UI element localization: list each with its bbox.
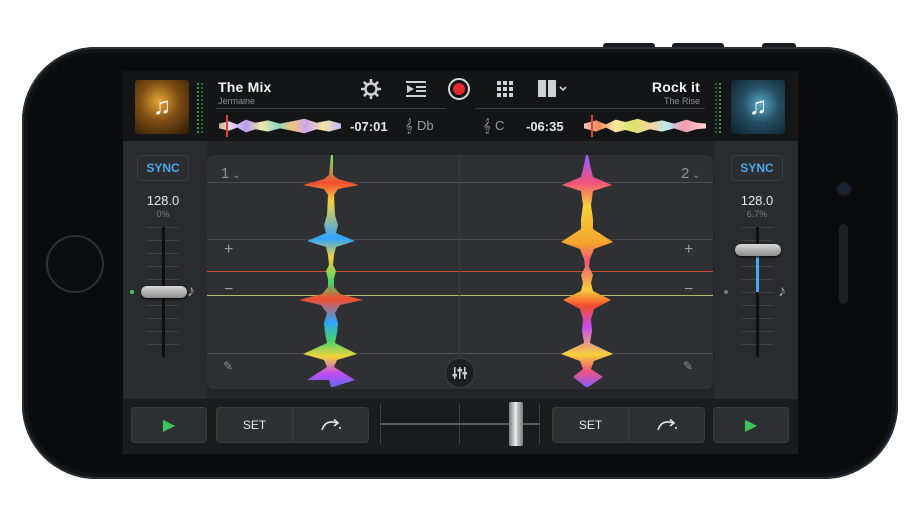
level-meter-right xyxy=(715,81,722,133)
level-meter-left xyxy=(197,81,204,133)
track-title-right: Rock it xyxy=(651,79,700,95)
app-screen: ♫ The Mix Jermaine -07:01 𝄞 Db Rock it T… xyxy=(123,71,798,454)
record-button[interactable] xyxy=(448,78,470,100)
divider-line xyxy=(475,108,705,109)
overview-waveform-left[interactable] xyxy=(219,118,341,134)
layout-icon[interactable] xyxy=(537,79,569,99)
deck-number-left[interactable]: 1 ⌄ xyxy=(221,165,241,182)
pitch-center-dot-right xyxy=(724,290,728,294)
track-artist-left: Jermaine xyxy=(218,96,256,106)
chevron-down-icon: ⌄ xyxy=(689,170,701,181)
jump-button-left[interactable] xyxy=(292,407,369,443)
chevron-down-icon: ⌄ xyxy=(229,170,241,181)
scrolling-waveforms xyxy=(299,155,613,387)
time-remaining-left: -07:01 xyxy=(350,119,388,134)
pencil-icon[interactable]: ✎ xyxy=(223,359,233,373)
mixer-button[interactable] xyxy=(445,358,475,388)
music-note-icon[interactable]: ♪ xyxy=(778,283,786,301)
zoom-out-right[interactable]: − xyxy=(684,281,693,299)
pitch-center-dot-left xyxy=(130,290,134,294)
crossfader[interactable] xyxy=(380,399,540,454)
album-art-right[interactable]: ♫ xyxy=(731,80,785,134)
zoom-in-left[interactable]: + xyxy=(224,241,233,259)
waveform-view[interactable]: 1 ⌄ 2 ⌄ + − + − ✎ ✎ xyxy=(207,155,713,389)
pitch-slider-handle-right[interactable] xyxy=(735,244,781,257)
top-bar: ♫ The Mix Jermaine -07:01 𝄞 Db Rock it T… xyxy=(123,71,798,141)
pitch-percent-right: 6.7% xyxy=(746,209,768,219)
grid-icon[interactable] xyxy=(495,80,515,98)
pitch-percent-left: 0% xyxy=(156,209,170,219)
gear-icon[interactable] xyxy=(360,78,382,100)
key-right[interactable]: C xyxy=(495,118,504,133)
set-cue-button-left[interactable]: SET xyxy=(216,407,293,443)
queue-icon[interactable] xyxy=(405,79,427,99)
overview-playhead-right xyxy=(591,115,593,137)
music-note-icon: ♫ xyxy=(749,93,767,120)
track-title-left: The Mix xyxy=(218,79,272,95)
bpm-left: 128.0 xyxy=(146,193,180,208)
overview-waveform-right[interactable] xyxy=(584,118,706,134)
zoom-in-right[interactable]: + xyxy=(684,241,693,259)
earpiece-speaker xyxy=(839,224,848,304)
jump-button-right[interactable] xyxy=(628,407,705,443)
pitch-slider-handle-left[interactable] xyxy=(141,286,187,298)
album-art-left[interactable]: ♫ xyxy=(135,80,189,134)
play-button-left[interactable]: ▶ xyxy=(131,407,207,443)
key-left[interactable]: Db xyxy=(417,118,434,133)
treble-clef-icon: 𝄞 xyxy=(483,118,491,133)
jump-icon xyxy=(656,418,677,431)
sync-button-left[interactable]: SYNC xyxy=(137,155,189,181)
time-remaining-right: -06:35 xyxy=(526,119,564,134)
pencil-icon[interactable]: ✎ xyxy=(683,359,693,373)
transport-bar: ▶ SET SET ▶ xyxy=(123,399,798,454)
mixer-icon xyxy=(452,367,467,379)
music-note-icon: ♫ xyxy=(153,93,171,120)
deck-number-right[interactable]: 2 ⌄ xyxy=(681,165,701,182)
record-icon xyxy=(453,83,465,95)
jump-icon xyxy=(320,418,341,431)
sync-button-right[interactable]: SYNC xyxy=(731,155,783,181)
set-cue-button-right[interactable]: SET xyxy=(552,407,629,443)
track-artist-right: The Rise xyxy=(663,96,700,106)
bpm-right: 128.0 xyxy=(740,193,774,208)
home-button[interactable] xyxy=(46,235,104,293)
treble-clef-icon: 𝄞 xyxy=(405,118,413,133)
divider-line xyxy=(216,108,446,109)
overview-playhead-left xyxy=(226,115,228,137)
zoom-out-left[interactable]: − xyxy=(224,281,233,299)
deck-right-controls: SYNC 128.0 6.7% ♪ xyxy=(714,141,798,399)
play-button-right[interactable]: ▶ xyxy=(713,407,789,443)
front-camera xyxy=(838,183,850,195)
music-note-icon[interactable]: ♪ xyxy=(187,283,195,301)
crossfader-handle[interactable] xyxy=(509,402,523,446)
deck-left-controls: SYNC 128.0 0% ♪ xyxy=(123,141,207,399)
